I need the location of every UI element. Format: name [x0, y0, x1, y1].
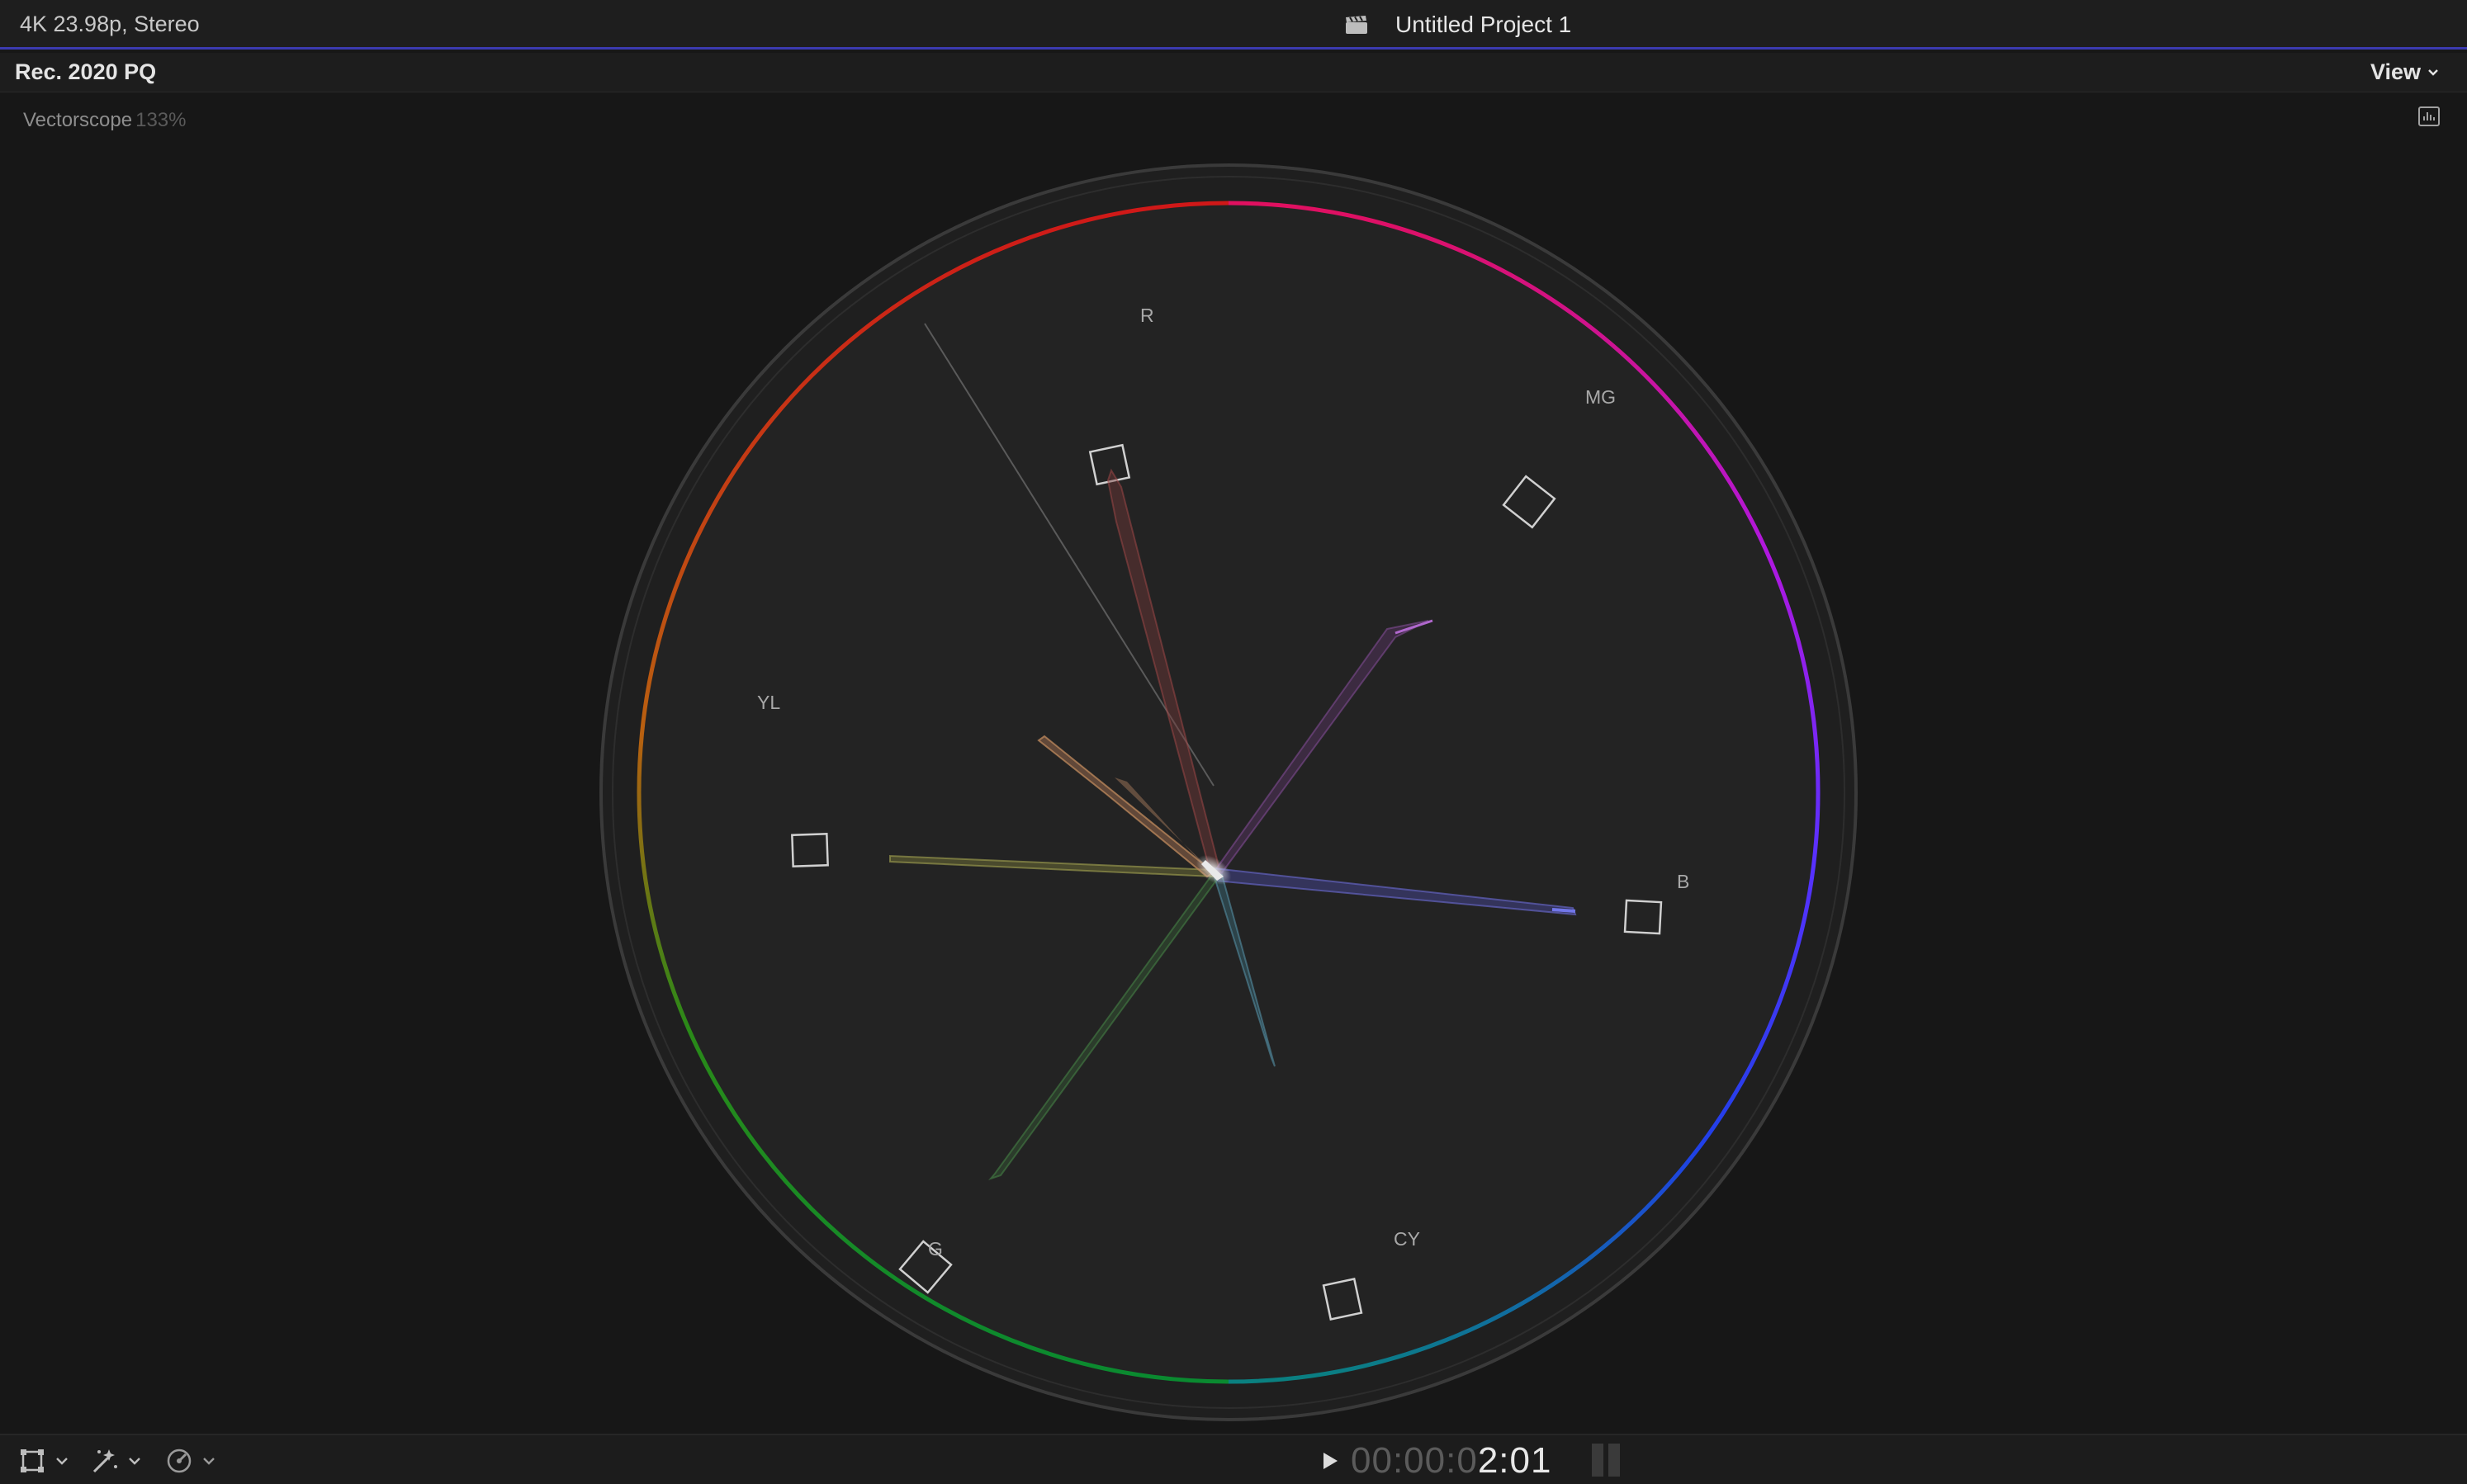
chevron-down-icon [2428, 69, 2438, 76]
clapperboard-icon [1346, 16, 1367, 34]
target-label-mg: MG [1585, 386, 1616, 408]
scope-title: Vectorscope 133% [23, 109, 186, 132]
target-label-g: G [928, 1238, 943, 1260]
chevron-down-icon [129, 1458, 140, 1465]
scope-zoom: 133% [135, 109, 187, 131]
target-label-yl: YL [757, 692, 780, 713]
vectorscope-graph: R MG B CY G YL [599, 163, 1858, 1421]
target-label-b: B [1677, 871, 1689, 892]
target-label-cy: CY [1394, 1228, 1420, 1250]
color-space-label: Rec. 2020 PQ [15, 59, 157, 84]
view-menu-button[interactable]: View [2370, 59, 2439, 85]
scope-settings-icon[interactable] [2417, 106, 2441, 127]
speed-retime-icon [167, 1449, 192, 1473]
view-menu-label: View [2370, 59, 2421, 84]
chevron-down-icon [56, 1458, 68, 1465]
timecode-leading: 00:00:0 [1351, 1440, 1478, 1481]
target-label-r: R [1140, 305, 1154, 326]
app-window: 4K 23.98p, Stereo Untitled Project 1 Rec… [0, 0, 2467, 1484]
play-icon[interactable] [1321, 1451, 1339, 1471]
chevron-down-icon [203, 1458, 215, 1465]
enhance-tool-menu[interactable] [89, 1447, 142, 1475]
scope-toolbar: Rec. 2020 PQ View [0, 53, 2467, 92]
transform-icon [21, 1449, 44, 1472]
project-title: Untitled Project 1 [1395, 12, 1572, 37]
vectorscope-panel: R MG B CY G YL Vectorscope 133% [0, 92, 2467, 1434]
scope-name: Vectorscope [23, 109, 133, 131]
timecode-display[interactable]: 00:00:0 2:01 [1321, 1440, 1551, 1482]
viewer-bottom-bar: 00:00:0 2:01 [0, 1434, 2467, 1484]
title-bar: 4K 23.98p, Stereo Untitled Project 1 [0, 0, 2467, 50]
transform-tool-menu[interactable] [18, 1447, 69, 1475]
retime-tool-menu[interactable] [165, 1447, 216, 1475]
project-format: 4K 23.98p, Stereo [20, 12, 200, 36]
project-title-group: Untitled Project 1 [1344, 10, 1571, 40]
enhance-wand-icon [92, 1449, 117, 1473]
audio-meters-icon[interactable] [1590, 1442, 1623, 1478]
timecode-value: 2:01 [1477, 1440, 1552, 1481]
